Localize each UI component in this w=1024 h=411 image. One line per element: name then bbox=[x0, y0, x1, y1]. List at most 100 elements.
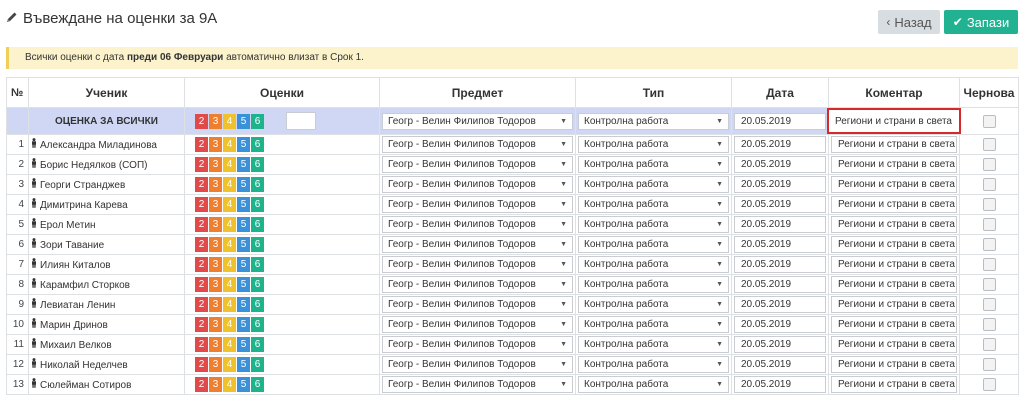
grade-3-button[interactable]: 3 bbox=[209, 137, 222, 152]
grade-6-button[interactable]: 6 bbox=[251, 257, 264, 272]
draft-checkbox[interactable] bbox=[982, 138, 996, 151]
type-select[interactable]: Контролна работа ▼ bbox=[578, 136, 729, 153]
grade-2-button[interactable]: 2 bbox=[195, 137, 208, 152]
grade-3-button[interactable]: 3 bbox=[209, 257, 222, 272]
grade-3-button[interactable]: 3 bbox=[209, 277, 222, 292]
comment-input[interactable]: Региони и страни в света bbox=[831, 176, 957, 193]
grade-2-button[interactable]: 2 bbox=[195, 257, 208, 272]
grade-4-button[interactable]: 4 bbox=[223, 357, 236, 372]
grade-2-button[interactable]: 2 bbox=[195, 237, 208, 252]
draft-checkbox[interactable] bbox=[982, 378, 996, 391]
date-input[interactable]: 20.05.2019 bbox=[734, 256, 826, 273]
grade-3-button[interactable]: 3 bbox=[209, 217, 222, 232]
date-input[interactable]: 20.05.2019 bbox=[734, 356, 826, 373]
subject-select[interactable]: Геогр - Велин Филипов Тодоров ▼ bbox=[382, 216, 573, 233]
date-input[interactable]: 20.05.2019 bbox=[734, 156, 826, 173]
back-button[interactable]: ‹ Назад bbox=[878, 10, 940, 34]
draft-checkbox[interactable] bbox=[982, 218, 996, 231]
subject-select[interactable]: Геогр - Велин Филипов Тодоров ▼ bbox=[382, 356, 573, 373]
grade-2-button[interactable]: 2 bbox=[195, 317, 208, 332]
subject-select[interactable]: Геогр - Велин Филипов Тодоров ▼ bbox=[382, 112, 573, 130]
draft-checkbox[interactable] bbox=[982, 318, 996, 331]
subject-select[interactable]: Геогр - Велин Филипов Тодоров ▼ bbox=[382, 336, 573, 353]
grade-2-button[interactable]: 2 bbox=[195, 113, 208, 129]
comment-input[interactable]: Региони и страни в света bbox=[831, 296, 957, 313]
grade-6-button[interactable]: 6 bbox=[251, 177, 264, 192]
grade-4-button[interactable]: 4 bbox=[223, 337, 236, 352]
grade-3-button[interactable]: 3 bbox=[209, 297, 222, 312]
grade-6-button[interactable]: 6 bbox=[251, 237, 264, 252]
grade-4-button[interactable]: 4 bbox=[223, 137, 236, 152]
grade-5-button[interactable]: 5 bbox=[237, 297, 250, 312]
date-input[interactable]: 20.05.2019 bbox=[734, 112, 826, 130]
draft-checkbox[interactable] bbox=[982, 298, 996, 311]
grade-5-button[interactable]: 5 bbox=[237, 357, 250, 372]
grade-2-button[interactable]: 2 bbox=[195, 277, 208, 292]
type-select[interactable]: Контролна работа ▼ bbox=[578, 376, 729, 393]
type-select[interactable]: Контролна работа ▼ bbox=[578, 336, 729, 353]
comment-input[interactable]: Региони и страни в света bbox=[831, 256, 957, 273]
grade-6-button[interactable]: 6 bbox=[251, 317, 264, 332]
draft-checkbox[interactable] bbox=[982, 258, 996, 271]
subject-select[interactable]: Геогр - Велин Филипов Тодоров ▼ bbox=[382, 296, 573, 313]
grade-3-button[interactable]: 3 bbox=[209, 377, 222, 392]
grade-3-button[interactable]: 3 bbox=[209, 337, 222, 352]
grade-6-button[interactable]: 6 bbox=[251, 113, 264, 129]
grade-6-button[interactable]: 6 bbox=[251, 217, 264, 232]
date-input[interactable]: 20.05.2019 bbox=[734, 316, 826, 333]
draft-checkbox[interactable] bbox=[982, 178, 996, 191]
grade-3-button[interactable]: 3 bbox=[209, 197, 222, 212]
grade-5-button[interactable]: 5 bbox=[237, 257, 250, 272]
grade-4-button[interactable]: 4 bbox=[223, 317, 236, 332]
subject-select[interactable]: Геогр - Велин Филипов Тодоров ▼ bbox=[382, 156, 573, 173]
grade-3-button[interactable]: 3 bbox=[209, 237, 222, 252]
date-input[interactable]: 20.05.2019 bbox=[734, 176, 826, 193]
save-button[interactable]: ✔ Запази bbox=[944, 10, 1018, 34]
subject-select[interactable]: Геогр - Велин Филипов Тодоров ▼ bbox=[382, 196, 573, 213]
grade-2-button[interactable]: 2 bbox=[195, 217, 208, 232]
draft-checkbox[interactable] bbox=[982, 358, 996, 371]
type-select[interactable]: Контролна работа ▼ bbox=[578, 216, 729, 233]
grade-2-button[interactable]: 2 bbox=[195, 197, 208, 212]
date-input[interactable]: 20.05.2019 bbox=[734, 376, 826, 393]
draft-checkbox[interactable] bbox=[982, 338, 996, 351]
comment-input[interactable]: Региони и страни в света bbox=[831, 316, 957, 333]
draft-checkbox[interactable] bbox=[982, 198, 996, 211]
grade-4-button[interactable]: 4 bbox=[223, 113, 236, 129]
grade-2-button[interactable]: 2 bbox=[195, 297, 208, 312]
grade-4-button[interactable]: 4 bbox=[223, 217, 236, 232]
grade-5-button[interactable]: 5 bbox=[237, 157, 250, 172]
grade-4-button[interactable]: 4 bbox=[223, 157, 236, 172]
grade-5-button[interactable]: 5 bbox=[237, 337, 250, 352]
grade-5-button[interactable]: 5 bbox=[237, 317, 250, 332]
grade-6-button[interactable]: 6 bbox=[251, 337, 264, 352]
draft-checkbox[interactable] bbox=[982, 238, 996, 251]
grade-6-button[interactable]: 6 bbox=[251, 357, 264, 372]
grade-4-button[interactable]: 4 bbox=[223, 177, 236, 192]
type-select[interactable]: Контролна работа ▼ bbox=[578, 176, 729, 193]
date-input[interactable]: 20.05.2019 bbox=[734, 196, 826, 213]
subject-select[interactable]: Геогр - Велин Филипов Тодоров ▼ bbox=[382, 276, 573, 293]
grade-4-button[interactable]: 4 bbox=[223, 237, 236, 252]
subject-select[interactable]: Геогр - Велин Филипов Тодоров ▼ bbox=[382, 136, 573, 153]
type-select[interactable]: Контролна работа ▼ bbox=[578, 236, 729, 253]
subject-select[interactable]: Геогр - Велин Филипов Тодоров ▼ bbox=[382, 176, 573, 193]
date-input[interactable]: 20.05.2019 bbox=[734, 216, 826, 233]
type-select[interactable]: Контролна работа ▼ bbox=[578, 156, 729, 173]
date-input[interactable]: 20.05.2019 bbox=[734, 136, 826, 153]
grade-2-button[interactable]: 2 bbox=[195, 337, 208, 352]
grade-6-button[interactable]: 6 bbox=[251, 297, 264, 312]
comment-input[interactable]: Региони и страни в света bbox=[831, 216, 957, 233]
date-input[interactable]: 20.05.2019 bbox=[734, 236, 826, 253]
grade-4-button[interactable]: 4 bbox=[223, 277, 236, 292]
grade-5-button[interactable]: 5 bbox=[237, 377, 250, 392]
grade-3-button[interactable]: 3 bbox=[209, 357, 222, 372]
grade-3-button[interactable]: 3 bbox=[209, 113, 222, 129]
type-select[interactable]: Контролна работа ▼ bbox=[578, 196, 729, 213]
grade-6-button[interactable]: 6 bbox=[251, 277, 264, 292]
grade-4-button[interactable]: 4 bbox=[223, 377, 236, 392]
grade-5-button[interactable]: 5 bbox=[237, 237, 250, 252]
grade-4-button[interactable]: 4 bbox=[223, 197, 236, 212]
grade-2-button[interactable]: 2 bbox=[195, 357, 208, 372]
grade-3-button[interactable]: 3 bbox=[209, 177, 222, 192]
